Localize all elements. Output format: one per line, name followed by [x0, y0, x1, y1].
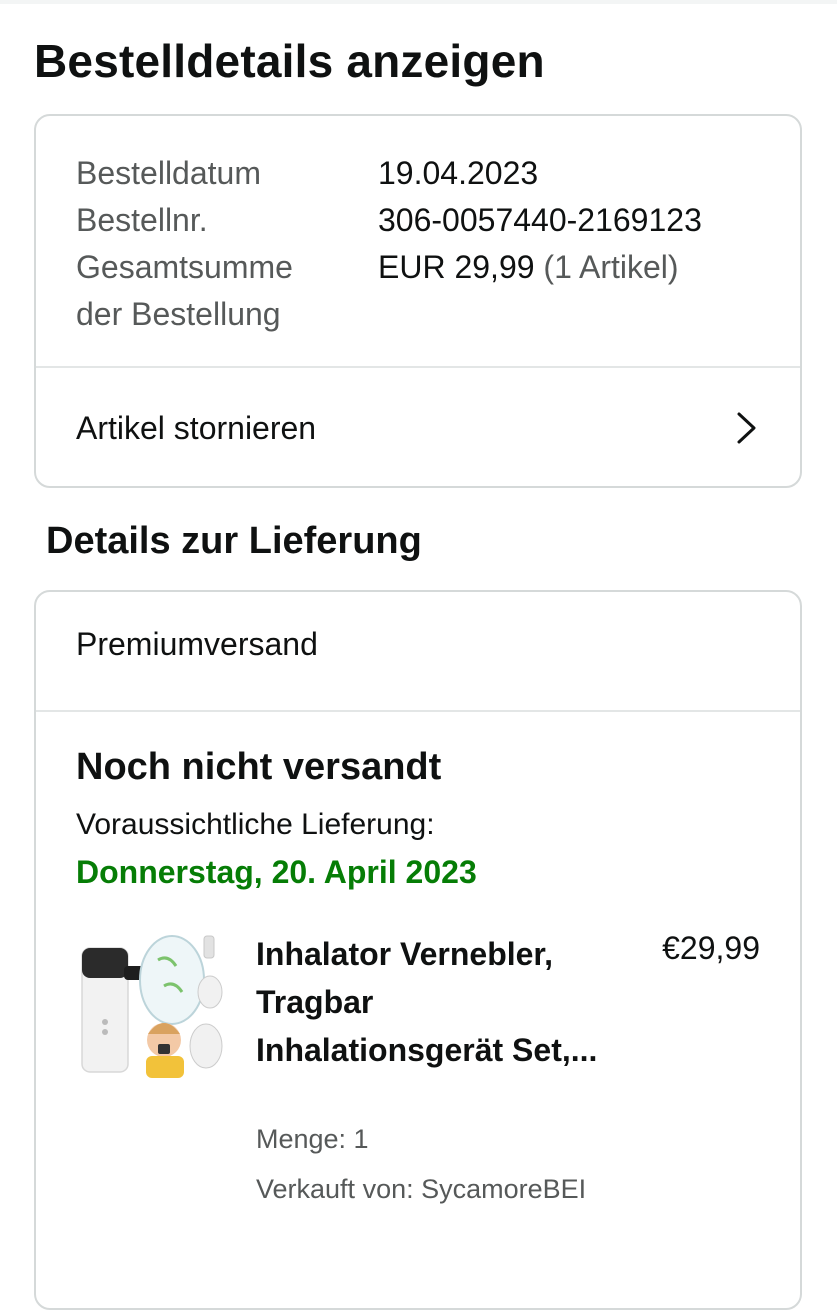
- order-summary-card: Bestelldatum 19.04.2023 Bestellnr. 306-0…: [34, 114, 802, 488]
- eta-label: Voraussichtliche Lieferung:: [76, 808, 435, 841]
- shipment-status: Noch nicht versandt: [76, 746, 442, 788]
- order-date-label: Bestelldatum: [76, 155, 261, 191]
- cancel-items-button[interactable]: Artikel stornieren: [36, 368, 800, 486]
- order-total-label-line1: Gesamtsumme: [76, 249, 293, 285]
- product-title-link[interactable]: Inhalator Vernebler, Tragbar Inhalations…: [256, 930, 616, 1074]
- seller-name: SycamoreBEI: [421, 1174, 587, 1204]
- cancel-items-label: Artikel stornieren: [76, 409, 317, 446]
- eta-date: Donnerstag, 20. April 2023: [76, 854, 477, 890]
- order-date-value: 19.04.2023: [378, 155, 539, 191]
- order-number-label: Bestellnr.: [76, 202, 208, 238]
- order-number-row: Bestellnr. 306-0057440-2169123: [76, 197, 702, 244]
- order-summary: Bestelldatum 19.04.2023 Bestellnr. 306-0…: [76, 150, 702, 338]
- delivery-divider: [36, 710, 800, 712]
- order-total-row: Gesamtsumme der Bestellung EUR 29,99 (1 …: [76, 244, 702, 338]
- page-title: Bestelldetails anzeigen: [34, 35, 545, 87]
- order-total-label: Gesamtsumme der Bestellung: [76, 244, 378, 338]
- product-quantity: Menge: 1: [256, 1124, 369, 1154]
- order-item-count: (1 Artikel): [543, 249, 679, 285]
- order-total-value-wrap: EUR 29,99 (1 Artikel): [378, 244, 679, 338]
- chevron-right-icon: [737, 412, 756, 444]
- delivery-section-title: Details zur Lieferung: [46, 520, 422, 562]
- product-image[interactable]: [76, 930, 228, 1080]
- order-total-value: EUR 29,99: [378, 249, 535, 285]
- seller-label: Verkauft von:: [256, 1174, 414, 1204]
- product-seller: Verkauft von: SycamoreBEI: [256, 1174, 586, 1205]
- delivery-card: Premiumversand Noch nicht versandt Vorau…: [34, 590, 802, 1310]
- order-number-value: 306-0057440-2169123: [378, 202, 702, 238]
- top-edge: [0, 0, 837, 4]
- shipping-method: Premiumversand: [76, 626, 318, 662]
- order-date-row: Bestelldatum 19.04.2023: [76, 150, 702, 197]
- product-price: €29,99: [662, 930, 760, 966]
- order-total-label-line2: der Bestellung: [76, 296, 281, 332]
